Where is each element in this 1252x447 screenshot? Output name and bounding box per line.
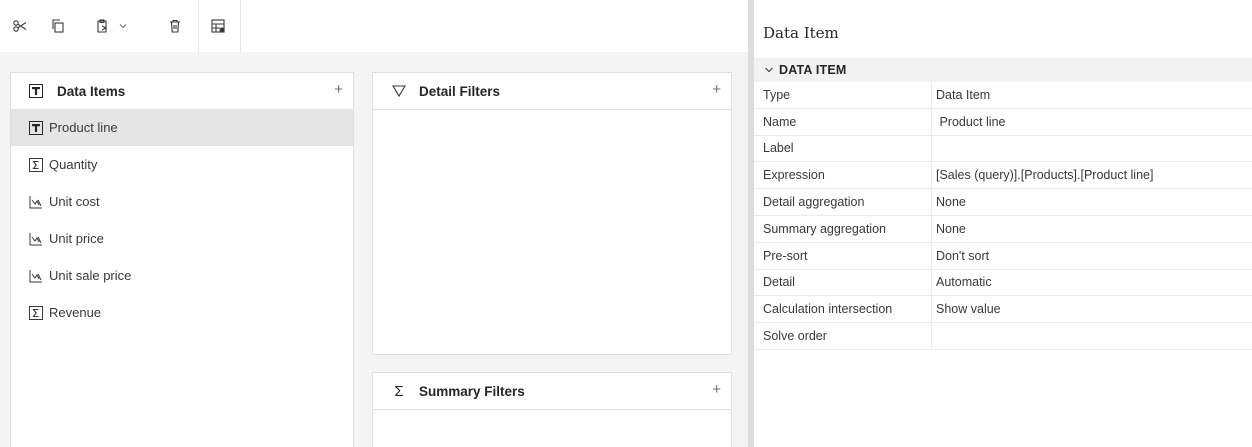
data-item-label: Product line [49, 120, 118, 135]
toolbar [0, 0, 748, 52]
property-row[interactable]: Label [754, 135, 1252, 163]
data-item-row[interactable]: Revenue [11, 294, 353, 331]
divider [373, 409, 731, 410]
property-name: Detail [754, 269, 932, 296]
measure-icon [29, 195, 43, 209]
toolbar-divider [240, 0, 241, 52]
sigma-icon [29, 157, 43, 172]
property-value[interactable]: None [932, 189, 1252, 215]
property-value[interactable]: Don't sort [932, 243, 1252, 269]
data-item-label: Unit sale price [49, 268, 132, 283]
property-row[interactable]: Type Data Item [754, 82, 1252, 109]
properties-title: Data Item [763, 24, 839, 42]
detail-filters-title: Detail Filters [419, 83, 501, 99]
property-value[interactable]: Data Item [932, 82, 1252, 108]
summary-filters-header: Σ Summary Filters + [373, 373, 731, 409]
property-name: Summary aggregation [754, 215, 932, 242]
data-item-row[interactable]: Unit cost [11, 183, 353, 220]
data-item-label: Quantity [49, 157, 98, 172]
property-name: Calculation intersection [754, 296, 932, 323]
data-items-header: Data Items + [11, 73, 353, 109]
divider [373, 109, 731, 110]
data-item-label: Unit cost [49, 194, 100, 209]
property-row[interactable]: Pre-sort Don't sort [754, 242, 1252, 270]
property-row[interactable]: Name Product line [754, 108, 1252, 136]
data-item-label: Unit price [49, 231, 104, 246]
properties-table: Type Data Item Name Product line Label Ex… [754, 82, 1252, 350]
property-value[interactable]: [Sales (query)].[Products].[Product line… [932, 162, 1252, 188]
delete-icon[interactable] [163, 14, 187, 38]
detail-filters-panel: Detail Filters + [372, 72, 732, 355]
property-value[interactable]: Automatic [932, 270, 1252, 296]
property-value[interactable]: None [932, 216, 1252, 242]
add-summary-filter-button[interactable]: + [712, 382, 721, 398]
data-items-panel: Data Items + Product line Quantity Unit … [10, 72, 354, 447]
property-name: Name [754, 108, 932, 135]
detail-filters-header: Detail Filters + [373, 73, 731, 109]
property-name: Type [754, 82, 932, 108]
sigma-icon [29, 305, 43, 320]
sigma-glyph: Σ [394, 382, 404, 400]
property-row[interactable]: Calculation intersection Show value [754, 296, 1252, 324]
property-name: Label [754, 135, 932, 162]
section-header-data-item[interactable]: DATA ITEM [754, 58, 1252, 82]
data-items-title: Data Items [57, 83, 126, 99]
chevron-down-icon[interactable] [111, 14, 135, 38]
summary-filters-panel: Σ Summary Filters + [372, 372, 732, 447]
add-detail-filter-button[interactable]: + [712, 82, 721, 98]
property-name: Solve order [754, 323, 932, 349]
property-row[interactable]: Solve order [754, 323, 1252, 350]
property-row[interactable]: Expression [Sales (query)].[Products].[Pr… [754, 162, 1252, 190]
data-item-row[interactable]: Unit price [11, 220, 353, 257]
data-item-icon [29, 84, 43, 98]
add-data-item-button[interactable]: + [334, 82, 343, 98]
show-properties-icon[interactable] [206, 14, 230, 38]
chevron-down-icon [763, 64, 775, 76]
cut-icon[interactable] [8, 14, 32, 38]
property-name: Expression [754, 162, 932, 189]
toolbar-divider [198, 0, 199, 52]
property-row[interactable]: Detail aggregation None [754, 189, 1252, 216]
summary-filters-title: Summary Filters [419, 383, 525, 399]
section-title: DATA ITEM [779, 63, 847, 77]
measure-icon [29, 269, 43, 283]
property-value[interactable] [932, 136, 1252, 162]
property-row[interactable]: Summary aggregation None [754, 215, 1252, 243]
data-items-list: Product line Quantity Unit cost Unit pri… [11, 109, 353, 331]
property-name: Pre-sort [754, 242, 932, 269]
measure-icon [29, 232, 43, 246]
data-item-row[interactable]: Quantity [11, 146, 353, 183]
property-value[interactable] [932, 323, 1252, 349]
data-item-icon [29, 120, 43, 135]
data-item-row[interactable]: Product line [11, 109, 353, 146]
data-item-label: Revenue [49, 305, 102, 320]
data-item-row[interactable]: Unit sale price [11, 257, 353, 294]
filter-icon [391, 84, 407, 98]
property-name: Detail aggregation [754, 189, 932, 215]
property-value[interactable]: Show value [932, 296, 1252, 322]
copy-icon[interactable] [46, 14, 70, 38]
property-row[interactable]: Detail Automatic [754, 269, 1252, 297]
properties-pane: Data Item DATA ITEM Type Data Item Name P… [754, 0, 1252, 447]
property-value[interactable]: Product line [932, 109, 1252, 135]
